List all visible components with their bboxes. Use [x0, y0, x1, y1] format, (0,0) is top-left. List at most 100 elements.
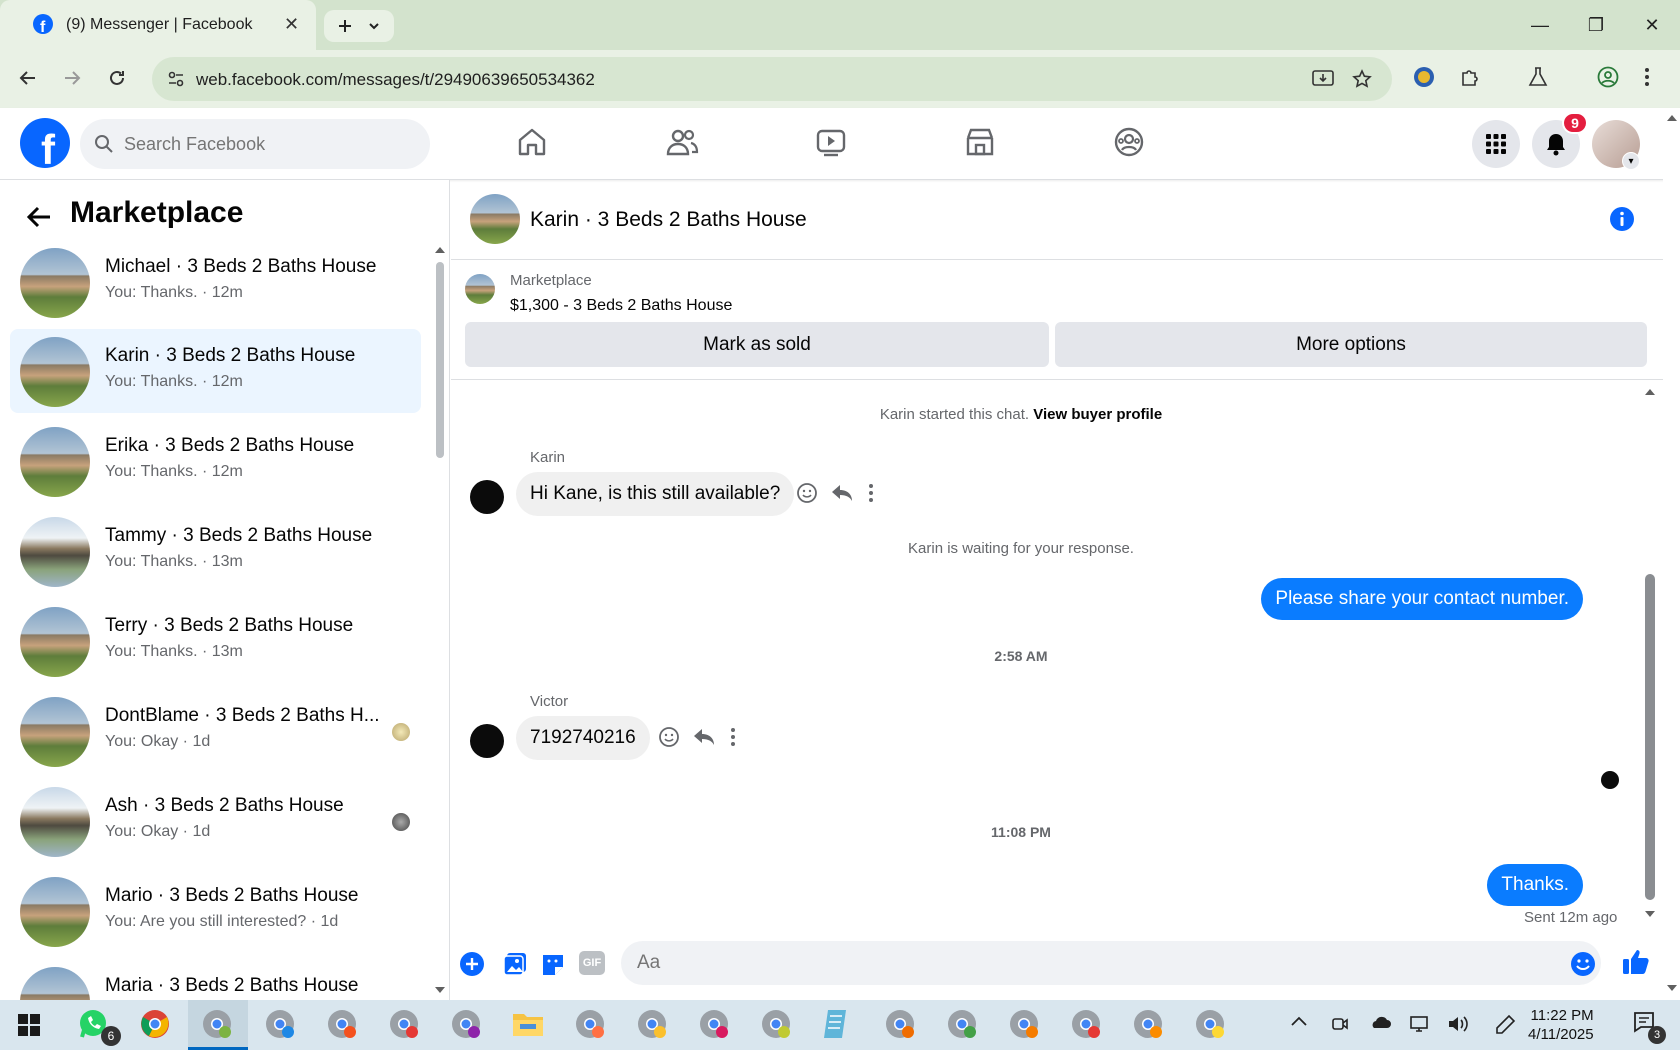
outgoing-message[interactable]: Please share your contact number. — [1261, 578, 1583, 620]
pen-icon[interactable] — [1494, 1014, 1516, 1036]
scroll-up-arrow-icon[interactable] — [1666, 114, 1678, 122]
chrome-profile-icon[interactable] — [388, 1008, 420, 1040]
restore-icon[interactable]: ❐ — [1568, 0, 1624, 50]
file-explorer-icon[interactable] — [512, 1010, 544, 1038]
thumbs-up-icon[interactable] — [1621, 947, 1651, 977]
windows-start-icon[interactable] — [18, 1014, 40, 1036]
listing-price-title[interactable]: $1,300 - 3 Beds 2 Baths House — [510, 297, 732, 315]
chrome-profile-icon[interactable] — [636, 1008, 668, 1040]
extension-globe-icon[interactable] — [1413, 66, 1435, 88]
sidebar-scrollbar-thumb[interactable] — [436, 262, 444, 458]
info-icon[interactable] — [1609, 206, 1635, 232]
tab-close-icon[interactable]: ✕ — [284, 14, 299, 35]
message-input[interactable] — [621, 941, 1601, 985]
conversation-item[interactable]: Mario · 3 Beds 2 Baths House You: Are yo… — [10, 869, 421, 953]
window-close-icon[interactable]: ✕ — [1624, 0, 1680, 50]
back-arrow-icon[interactable] — [18, 68, 38, 88]
groups-icon[interactable] — [1113, 126, 1145, 158]
scroll-down-arrow-icon[interactable] — [434, 986, 446, 994]
search-input[interactable] — [124, 133, 404, 155]
extensions-puzzle-icon[interactable] — [1459, 66, 1481, 88]
network-icon[interactable] — [1408, 1014, 1430, 1034]
sticker-icon[interactable] — [541, 951, 565, 977]
chrome-profile-icon[interactable] — [1070, 1008, 1102, 1040]
chrome-profile-icon[interactable] — [1132, 1008, 1164, 1040]
conversation-item[interactable]: Michael · 3 Beds 2 Baths House You: Than… — [10, 240, 421, 324]
conversation-item[interactable]: Tammy · 3 Beds 2 Baths House You: Thanks… — [10, 509, 421, 593]
back-arrow-icon[interactable] — [26, 204, 52, 230]
omnibox[interactable]: web.facebook.com/messages/t/294906396505… — [152, 57, 1392, 101]
facebook-search[interactable] — [80, 119, 430, 169]
forward-arrow-icon[interactable] — [62, 68, 82, 88]
reload-icon[interactable] — [107, 68, 127, 88]
meet-camera-icon[interactable] — [1330, 1014, 1350, 1034]
menu-grid-button[interactable] — [1472, 120, 1520, 168]
chat-listing-thumbnail[interactable] — [470, 194, 520, 244]
browser-menu-icon[interactable] — [1644, 66, 1650, 88]
video-icon[interactable] — [815, 126, 847, 158]
plus-circle-icon[interactable] — [459, 951, 485, 977]
conversation-item-selected[interactable]: Karin · 3 Beds 2 Baths House You: Thanks… — [10, 329, 421, 413]
sender-avatar[interactable] — [470, 724, 504, 758]
emoji-icon[interactable] — [1570, 951, 1596, 977]
incoming-message[interactable]: Hi Kane, is this still available? — [516, 472, 795, 516]
reply-icon[interactable] — [831, 483, 853, 503]
account-chevron-icon[interactable]: ▾ — [1622, 152, 1640, 170]
active-taskbar-item[interactable] — [188, 1000, 248, 1050]
facebook-logo[interactable]: f — [20, 118, 70, 168]
install-app-icon[interactable] — [1312, 69, 1334, 89]
chrome-profile-icon[interactable] — [1194, 1008, 1226, 1040]
bookmark-star-icon[interactable] — [1352, 69, 1372, 89]
react-emoji-icon[interactable] — [796, 482, 818, 504]
chrome-profile-icon[interactable] — [264, 1008, 296, 1040]
chrome-profile-icon[interactable] — [884, 1008, 916, 1040]
minimize-icon[interactable]: — — [1512, 0, 1568, 50]
onedrive-cloud-icon[interactable] — [1369, 1014, 1391, 1030]
chrome-profile-icon[interactable] — [698, 1008, 730, 1040]
chrome-profile-icon[interactable] — [1008, 1008, 1040, 1040]
sender-avatar[interactable] — [470, 480, 504, 514]
chrome-profile-icon[interactable] — [946, 1008, 978, 1040]
react-emoji-icon[interactable] — [658, 726, 680, 748]
new-tab-icon[interactable] — [337, 18, 353, 34]
incoming-message[interactable]: 7192740216 — [516, 716, 650, 760]
page-scrollbar[interactable] — [1663, 108, 1680, 1000]
volume-icon[interactable] — [1447, 1014, 1469, 1034]
home-icon[interactable] — [516, 126, 548, 158]
conversation-item[interactable]: Terry · 3 Beds 2 Baths House You: Thanks… — [10, 599, 421, 683]
scroll-down-arrow-icon[interactable] — [1666, 984, 1678, 992]
more-dots-icon[interactable] — [866, 483, 876, 503]
conversation-item[interactable]: Maria · 3 Beds 2 Baths House — [10, 959, 421, 1000]
mark-as-sold-button[interactable]: Mark as sold — [465, 322, 1049, 367]
marketplace-icon[interactable] — [964, 126, 996, 158]
chrome-profile-icon[interactable] — [450, 1008, 482, 1040]
reply-icon[interactable] — [693, 727, 715, 747]
conversation-item[interactable]: Ash · 3 Beds 2 Baths House You: Okay · 1… — [10, 779, 421, 863]
chrome-profile-icon[interactable] — [760, 1008, 792, 1040]
conversation-item[interactable]: DontBlame · 3 Beds 2 Baths H... You: Oka… — [10, 689, 421, 773]
view-buyer-profile-link[interactable]: View buyer profile — [1033, 406, 1162, 423]
chrome-icon[interactable] — [139, 1008, 171, 1040]
more-options-button[interactable]: More options — [1055, 322, 1647, 367]
labs-flask-icon[interactable] — [1527, 66, 1549, 88]
taskbar-clock[interactable]: 11:22 PM 4/11/2025 — [1528, 1006, 1594, 1044]
scroll-down-arrow-icon[interactable] — [1644, 910, 1656, 918]
outgoing-message[interactable]: Thanks. — [1487, 864, 1583, 906]
chat-title[interactable]: Karin · 3 Beds 2 Baths House — [530, 208, 807, 232]
tab-search-chevron-icon[interactable] — [367, 19, 381, 33]
scroll-up-arrow-icon[interactable] — [434, 246, 446, 254]
scroll-up-arrow-icon[interactable] — [1644, 388, 1656, 396]
friends-icon[interactable] — [665, 126, 699, 158]
notepad-icon[interactable] — [822, 1008, 850, 1040]
chrome-profile-icon[interactable] — [574, 1008, 606, 1040]
chrome-profile-icon[interactable] — [326, 1008, 358, 1040]
conversation-item[interactable]: Erika · 3 Beds 2 Baths House You: Thanks… — [10, 419, 421, 503]
tray-chevron-up-icon[interactable] — [1291, 1016, 1307, 1026]
gif-icon[interactable]: GIF — [579, 951, 605, 975]
site-info-icon[interactable] — [166, 69, 186, 89]
photo-gallery-icon[interactable] — [502, 951, 528, 977]
browser-tab[interactable]: f (9) Messenger | Facebook ✕ — [0, 0, 316, 50]
more-dots-icon[interactable] — [728, 727, 738, 747]
chat-scrollbar-thumb[interactable] — [1645, 574, 1655, 900]
profile-icon[interactable] — [1597, 66, 1619, 88]
